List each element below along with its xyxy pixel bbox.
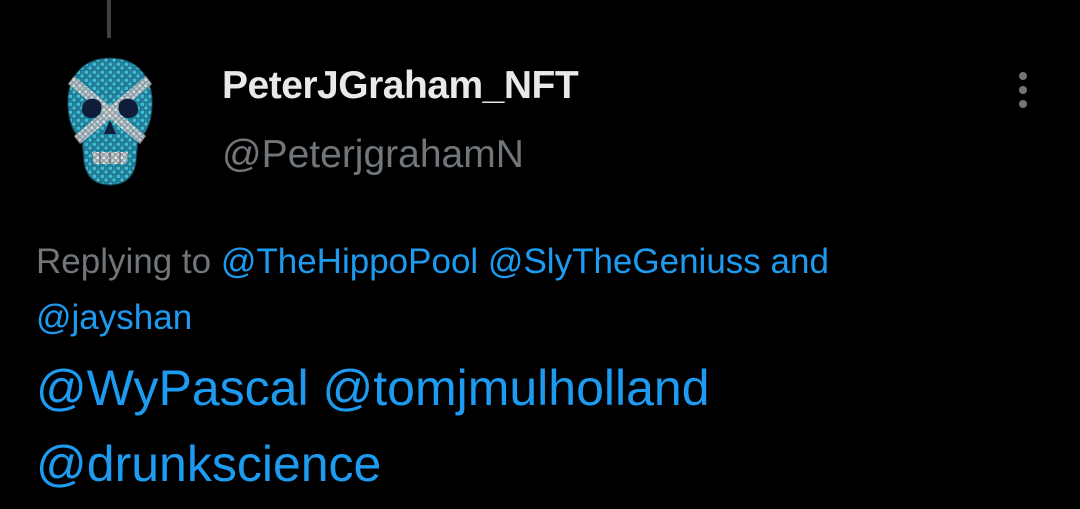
replying-prefix: Replying to (36, 242, 212, 281)
body-mention-link[interactable]: @WyPascal (36, 360, 309, 416)
tweet-body: @WyPascal @tomjmulholland @drunkscience (36, 350, 1056, 502)
mention-link[interactable]: @TheHippoPool (221, 242, 478, 281)
thread-connector-line (107, 0, 111, 38)
replying-and-others-link[interactable]: and (771, 242, 829, 281)
replying-to-line: Replying to @TheHippoPool @SlyTheGeniuss… (36, 234, 1046, 346)
body-mention-link[interactable]: @drunkscience (36, 436, 381, 492)
mention-link[interactable]: @SlyTheGeniuss (488, 242, 761, 281)
more-options-button[interactable] (1004, 66, 1044, 114)
user-handle[interactable]: @PeterjgrahamN (222, 133, 524, 177)
mention-link[interactable]: @jayshan (36, 298, 192, 337)
avatar[interactable] (60, 54, 160, 189)
mosaic-skull-avatar-icon (67, 57, 153, 186)
body-mention-link[interactable]: @tomjmulholland (323, 360, 710, 416)
display-name[interactable]: PeterJGraham_NFT (222, 64, 579, 108)
